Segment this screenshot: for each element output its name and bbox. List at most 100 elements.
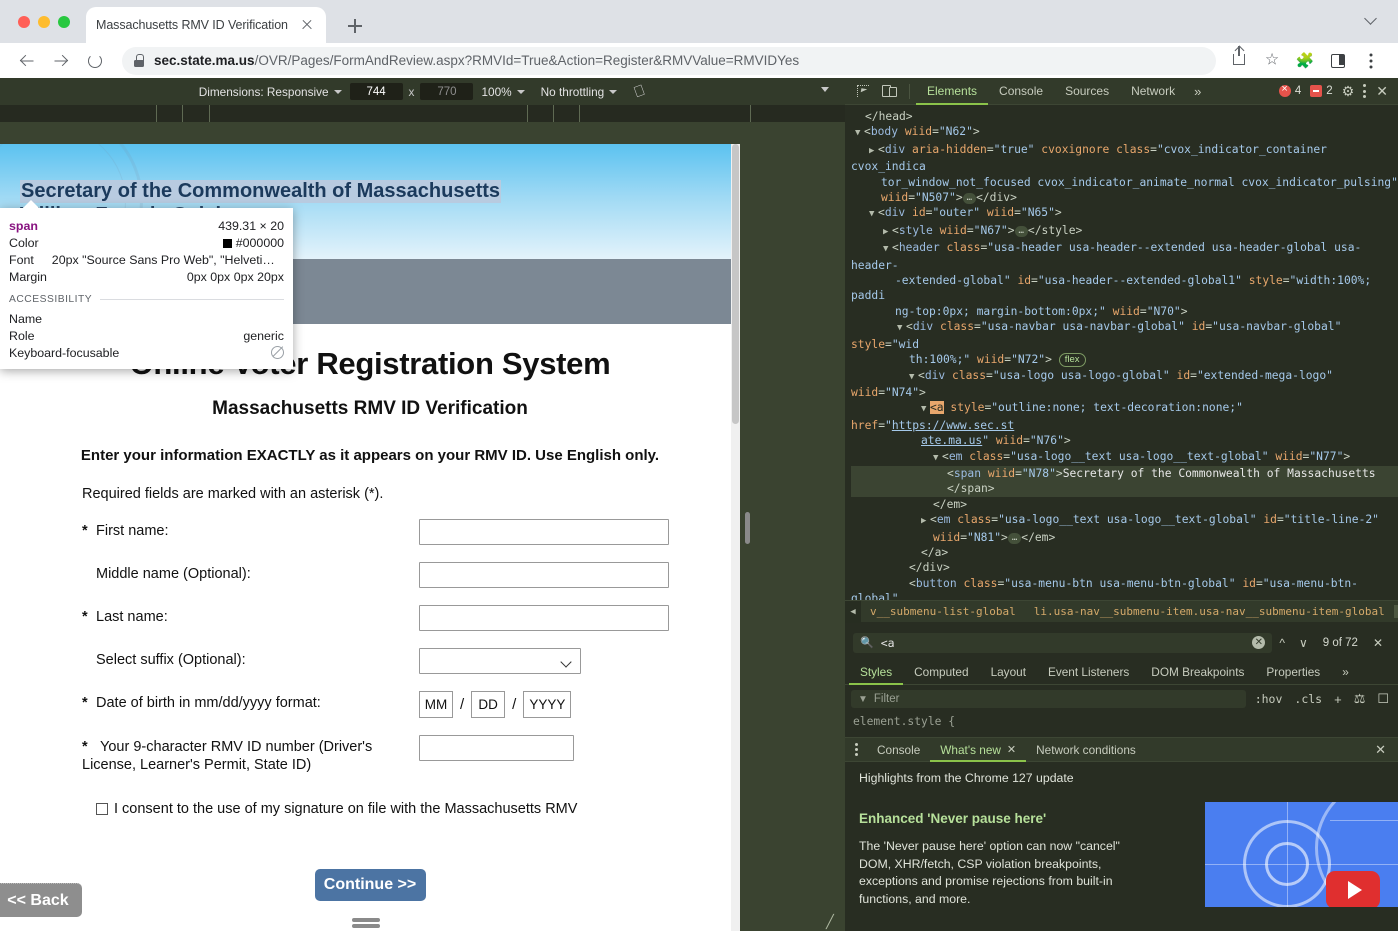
tab-event-listeners[interactable]: Event Listeners	[1037, 659, 1140, 685]
middle-name-input[interactable]	[419, 562, 669, 588]
dom-node[interactable]: ▼ <em class="usa-logo__text usa-logo__tex…	[851, 449, 1398, 466]
dom-node[interactable]: ▶ <em class="usa-logo__text usa-logo__tex…	[851, 512, 1398, 529]
close-window-button[interactable]	[18, 16, 30, 28]
settings-gear-icon[interactable]: ⚙	[1342, 83, 1355, 100]
throttling-selector[interactable]: No throttling	[533, 85, 626, 99]
minimize-window-button[interactable]	[38, 16, 50, 28]
dob-month-input[interactable]: MM	[419, 691, 453, 718]
tab-network[interactable]: Network	[1120, 78, 1186, 105]
dom-node[interactable]: ▼ <a style="outline:none; text-decoration…	[851, 400, 1398, 433]
dom-node[interactable]: ▼ <header class="usa-header usa-header--e…	[851, 240, 1398, 273]
first-name-input[interactable]	[419, 519, 669, 545]
drawer-menu-icon[interactable]	[855, 743, 859, 756]
close-tab-icon[interactable]	[298, 16, 316, 34]
dom-tree[interactable]: </head> ▼ <body wiid="N62"> ▶ <div aria-hi…	[845, 105, 1398, 610]
tab-search-button[interactable]	[1364, 12, 1382, 30]
new-tab-button[interactable]	[342, 13, 368, 39]
viewport-width-input[interactable]	[349, 83, 403, 100]
drawer-tab-whats-new[interactable]: What's new ✕	[930, 738, 1026, 762]
close-drawer-icon[interactable]: ✕	[1375, 742, 1394, 758]
suffix-select[interactable]	[419, 648, 581, 674]
warning-badge[interactable]: 2	[1310, 85, 1333, 97]
search-prev-button[interactable]: ^	[1272, 636, 1292, 650]
dom-node[interactable]: ▼ <div id="outer" wiid="N65">	[851, 205, 1398, 222]
last-name-input[interactable]	[419, 605, 669, 631]
breadcrumb-item-2[interactable]: li.usa-nav__submenu-item.usa-nav__submen…	[1025, 605, 1394, 618]
viewport-resize-handle-right[interactable]	[745, 512, 750, 544]
styles-more-tabs[interactable]: »	[1331, 659, 1360, 685]
drawer-tab-whats-new-label: What's new	[940, 742, 1001, 757]
close-search-button[interactable]: ✕	[1366, 636, 1390, 650]
viewport-resize-corner-icon[interactable]: ╱	[826, 914, 840, 929]
maximize-window-button[interactable]	[58, 16, 70, 28]
dom-node[interactable]: ▶ <style wiid="N67">… </style>	[851, 223, 1398, 240]
dom-search-input[interactable]: 🔍 <a ✕	[853, 632, 1273, 653]
reload-button[interactable]	[80, 46, 110, 76]
more-tabs-button[interactable]: »	[1186, 84, 1209, 99]
tab-properties[interactable]: Properties	[1255, 659, 1331, 685]
toggle-sidebar-button[interactable]: ☐	[1374, 691, 1392, 707]
viewport-resize-handle-bottom[interactable]	[352, 918, 380, 922]
address-bar[interactable]: sec.state.ma.us/OVR/Pages/FormAndReview.…	[122, 46, 1216, 75]
close-whats-new-icon[interactable]: ✕	[1007, 738, 1016, 762]
chrome-menu-button[interactable]	[1356, 46, 1386, 76]
signature-consent-checkbox[interactable]	[96, 803, 108, 816]
breadcrumb-scroll-left[interactable]: ◀	[845, 600, 861, 623]
dom-node[interactable]: ▼ <div class="usa-navbar usa-navbar-globa…	[851, 319, 1398, 352]
dom-node[interactable]: </head>	[851, 109, 1398, 124]
computed-styles-sidebar-button[interactable]: ⚖	[1351, 691, 1369, 707]
back-button[interactable]	[12, 46, 42, 76]
dob-year-input[interactable]: YYYY	[523, 691, 572, 718]
error-badge[interactable]: 4	[1278, 83, 1301, 97]
dom-node[interactable]: ▼ <div class="usa-logo usa-logo-global" i…	[851, 368, 1398, 401]
dom-node[interactable]: ▼ <body wiid="N62">	[851, 124, 1398, 141]
styles-filter-input[interactable]: ▼ Filter	[851, 690, 1246, 708]
dom-node: </div>	[909, 561, 950, 575]
whats-new-card-body: The 'Never pause here' option can now "c…	[859, 839, 1120, 906]
breadcrumb-item-1[interactable]: v__submenu-list-global	[861, 605, 1025, 618]
drawer-tab-network-conditions[interactable]: Network conditions	[1026, 738, 1146, 762]
extensions-button[interactable]: 🧩	[1290, 46, 1320, 76]
dob-label: * Date of birth in mm/dd/yyyy format:	[82, 691, 419, 712]
dom-node-selected[interactable]: <span wiid="N78">Secretary of the Common…	[851, 465, 1398, 482]
tab-styles[interactable]: Styles	[849, 659, 903, 685]
viewport-resize-handle-bottom-2[interactable]	[352, 924, 380, 928]
inspect-element-button[interactable]	[851, 80, 877, 102]
tab-computed[interactable]: Computed	[903, 659, 979, 685]
rotate-device-icon[interactable]: ⎕	[623, 79, 656, 105]
devtools-menu-icon[interactable]	[1363, 84, 1367, 98]
share-button[interactable]	[1224, 45, 1254, 76]
zoom-selector[interactable]: 100%	[473, 85, 532, 99]
breadcrumb-item-3[interactable]: a	[1393, 605, 1398, 618]
play-button-icon[interactable]	[1326, 871, 1380, 907]
tab-sources[interactable]: Sources	[1054, 78, 1120, 105]
tab-elements[interactable]: Elements	[916, 78, 988, 105]
hov-toggle-button[interactable]: :hov	[1252, 692, 1286, 706]
back-page-button[interactable]: << Back	[0, 883, 82, 917]
forward-button[interactable]	[46, 46, 76, 76]
continue-button[interactable]: Continue >>	[314, 869, 426, 902]
browser-tab[interactable]: Massachusetts RMV ID Verification	[86, 7, 326, 43]
close-devtools-icon[interactable]: ✕	[1376, 83, 1388, 100]
whats-new-video-thumbnail[interactable]	[1205, 802, 1398, 907]
toggle-device-toolbar-button[interactable]	[877, 80, 903, 102]
device-toolbar-overflow-icon[interactable]	[821, 87, 829, 92]
tab-dom-breakpoints[interactable]: DOM Breakpoints	[1140, 659, 1255, 685]
clear-search-icon[interactable]: ✕	[1252, 636, 1266, 649]
rmv-id-input[interactable]	[419, 735, 574, 761]
new-style-rule-button[interactable]: +	[1331, 692, 1345, 707]
viewport-height-input[interactable]	[420, 83, 474, 100]
flex-badge[interactable]: flex	[1058, 353, 1086, 368]
drawer-tab-console[interactable]: Console	[867, 738, 930, 762]
tooltip-role-row: Role generic	[0, 327, 293, 344]
dom-node[interactable]: ▶ <div aria-hidden="true" cvoxignore clas…	[851, 142, 1398, 175]
dob-day-input[interactable]: DD	[471, 691, 506, 718]
tab-console[interactable]: Console	[988, 78, 1054, 105]
tab-layout[interactable]: Layout	[980, 659, 1037, 685]
page-scrollbar[interactable]	[731, 144, 740, 931]
side-panel-button[interactable]	[1323, 46, 1353, 76]
search-next-button[interactable]: ∨	[1292, 636, 1315, 650]
bookmark-button[interactable]: ☆	[1257, 46, 1287, 76]
cls-toggle-button[interactable]: .cls	[1291, 692, 1325, 706]
device-preset-selector[interactable]: Dimensions: Responsive	[191, 85, 350, 99]
